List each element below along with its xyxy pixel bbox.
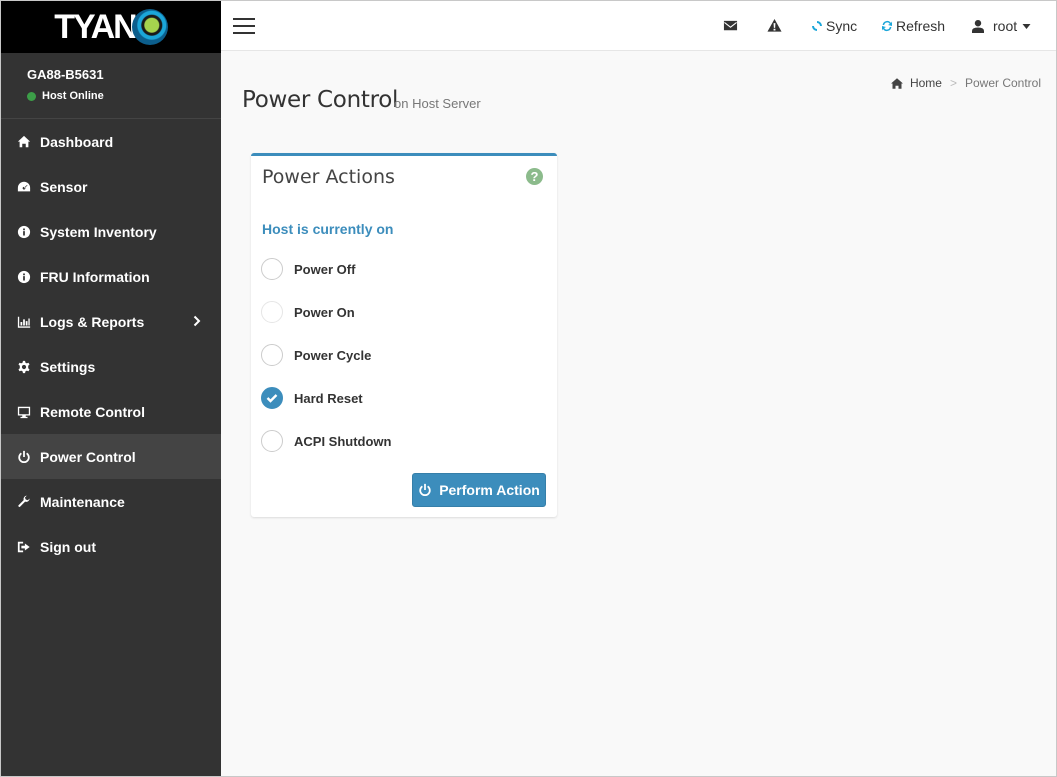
- panel-title: Power Actions: [262, 166, 395, 188]
- sync-button[interactable]: Sync: [811, 18, 857, 34]
- page-title: Power Control: [242, 87, 399, 113]
- sidebar-item-label: Maintenance: [40, 493, 125, 510]
- radio-power-off[interactable]: Power Off: [261, 258, 355, 280]
- sidebar-item-fru-information[interactable]: FRU Information: [1, 254, 221, 299]
- breadcrumb-separator: >: [949, 76, 957, 90]
- power-icon: [419, 483, 431, 497]
- sidebar-item-remote-control[interactable]: Remote Control: [1, 389, 221, 434]
- refresh-button[interactable]: Refresh: [881, 18, 945, 34]
- menu-icon[interactable]: [233, 18, 255, 34]
- radio-label: Power On: [294, 304, 355, 320]
- sidebar-item-maintenance[interactable]: Maintenance: [1, 479, 221, 524]
- breadcrumb-home-link[interactable]: Home: [910, 76, 942, 90]
- radio-power-on[interactable]: Power On: [261, 301, 355, 323]
- refresh-label: Refresh: [896, 18, 946, 34]
- logo-bar: TYAN: [1, 1, 221, 53]
- perform-action-button[interactable]: Perform Action: [412, 473, 546, 507]
- gear-icon: [16, 359, 32, 375]
- radio-hard-reset[interactable]: Hard Reset: [261, 387, 363, 409]
- sidebar-item-label: Power Control: [40, 448, 136, 465]
- sign-out-icon: [16, 539, 32, 555]
- radio-label: ACPI Shutdown: [294, 433, 392, 449]
- chevron-right-icon: [193, 314, 201, 330]
- radio-label: Power Off: [294, 261, 356, 277]
- power-actions-panel: Power Actions ? Host is currently on Pow…: [251, 153, 557, 517]
- host-status-label: Host Online: [42, 90, 104, 102]
- radio-label: Power Cycle: [294, 347, 372, 363]
- sidebar-item-label: Logs & Reports: [40, 313, 145, 330]
- sidebar-item-label: System Inventory: [40, 223, 157, 240]
- envelope-icon[interactable]: [723, 18, 738, 38]
- radio-button-checked[interactable]: [261, 387, 283, 409]
- sync-label: Sync: [826, 18, 858, 34]
- power-icon: [16, 449, 32, 465]
- radio-label: Hard Reset: [294, 390, 363, 406]
- logo-ring-icon: [131, 9, 168, 45]
- sidebar-item-sign-out[interactable]: Sign out: [1, 524, 221, 569]
- radio-power-cycle[interactable]: Power Cycle: [261, 344, 371, 366]
- breadcrumb: Home > Power Control: [890, 76, 1041, 90]
- sync-icon: [812, 21, 822, 31]
- radio-acpi-shutdown[interactable]: ACPI Shutdown: [261, 430, 392, 452]
- checkmark-icon: [266, 394, 278, 403]
- home-icon: [890, 77, 903, 89]
- info-icon: [16, 224, 32, 240]
- sidebar-item-sensor[interactable]: Sensor: [1, 164, 221, 209]
- host-state-text: Host is currently on: [262, 221, 394, 237]
- question-circle-icon[interactable]: ?: [526, 168, 543, 185]
- sidebar-item-label: FRU Information: [40, 268, 150, 285]
- host-status: Host Online: [27, 90, 221, 102]
- sidebar: TYAN GA88-B5631 Host Online Dashboard Se…: [1, 1, 221, 776]
- sidebar-item-power-control[interactable]: Power Control: [1, 434, 221, 479]
- radio-button[interactable]: [261, 344, 283, 366]
- sidebar-item-dashboard[interactable]: Dashboard: [1, 119, 221, 164]
- refresh-icon: [882, 20, 892, 32]
- sidebar-item-label: Sensor: [40, 178, 88, 195]
- sidebar-item-label: Dashboard: [40, 133, 114, 150]
- caret-down-icon: [1022, 23, 1031, 29]
- dashboard-icon: [16, 179, 32, 195]
- info-icon: [16, 269, 32, 285]
- host-info: GA88-B5631 Host Online: [1, 53, 221, 119]
- home-icon: [16, 134, 32, 150]
- breadcrumb-current: Power Control: [964, 76, 1041, 90]
- status-dot-icon: [27, 91, 36, 101]
- sidebar-item-system-inventory[interactable]: System Inventory: [1, 209, 221, 254]
- monitor-icon: [16, 404, 32, 420]
- page-subtitle: on Host Server: [394, 96, 481, 111]
- bar-chart-icon: [16, 314, 32, 330]
- top-navbar: Sync Refresh root: [221, 1, 1056, 51]
- user-menu[interactable]: root: [971, 18, 1034, 34]
- tyan-logo[interactable]: TYAN: [54, 7, 168, 47]
- wrench-icon: [16, 494, 32, 510]
- host-name: GA88-B5631: [27, 67, 104, 82]
- sidebar-item-label: Remote Control: [40, 403, 145, 420]
- sidebar-item-settings[interactable]: Settings: [1, 344, 221, 389]
- radio-button[interactable]: [261, 430, 283, 452]
- sidebar-item-logs-reports[interactable]: Logs & Reports: [1, 299, 221, 344]
- user-icon: [972, 20, 984, 33]
- sidebar-item-label: Settings: [40, 358, 96, 375]
- sidebar-item-label: Sign out: [40, 538, 96, 555]
- radio-button[interactable]: [261, 301, 283, 323]
- radio-button[interactable]: [261, 258, 283, 280]
- logo-text: TYAN: [54, 7, 137, 46]
- perform-action-label: Perform Action: [439, 482, 540, 498]
- user-label: root: [993, 18, 1018, 34]
- warning-icon[interactable]: [767, 18, 782, 38]
